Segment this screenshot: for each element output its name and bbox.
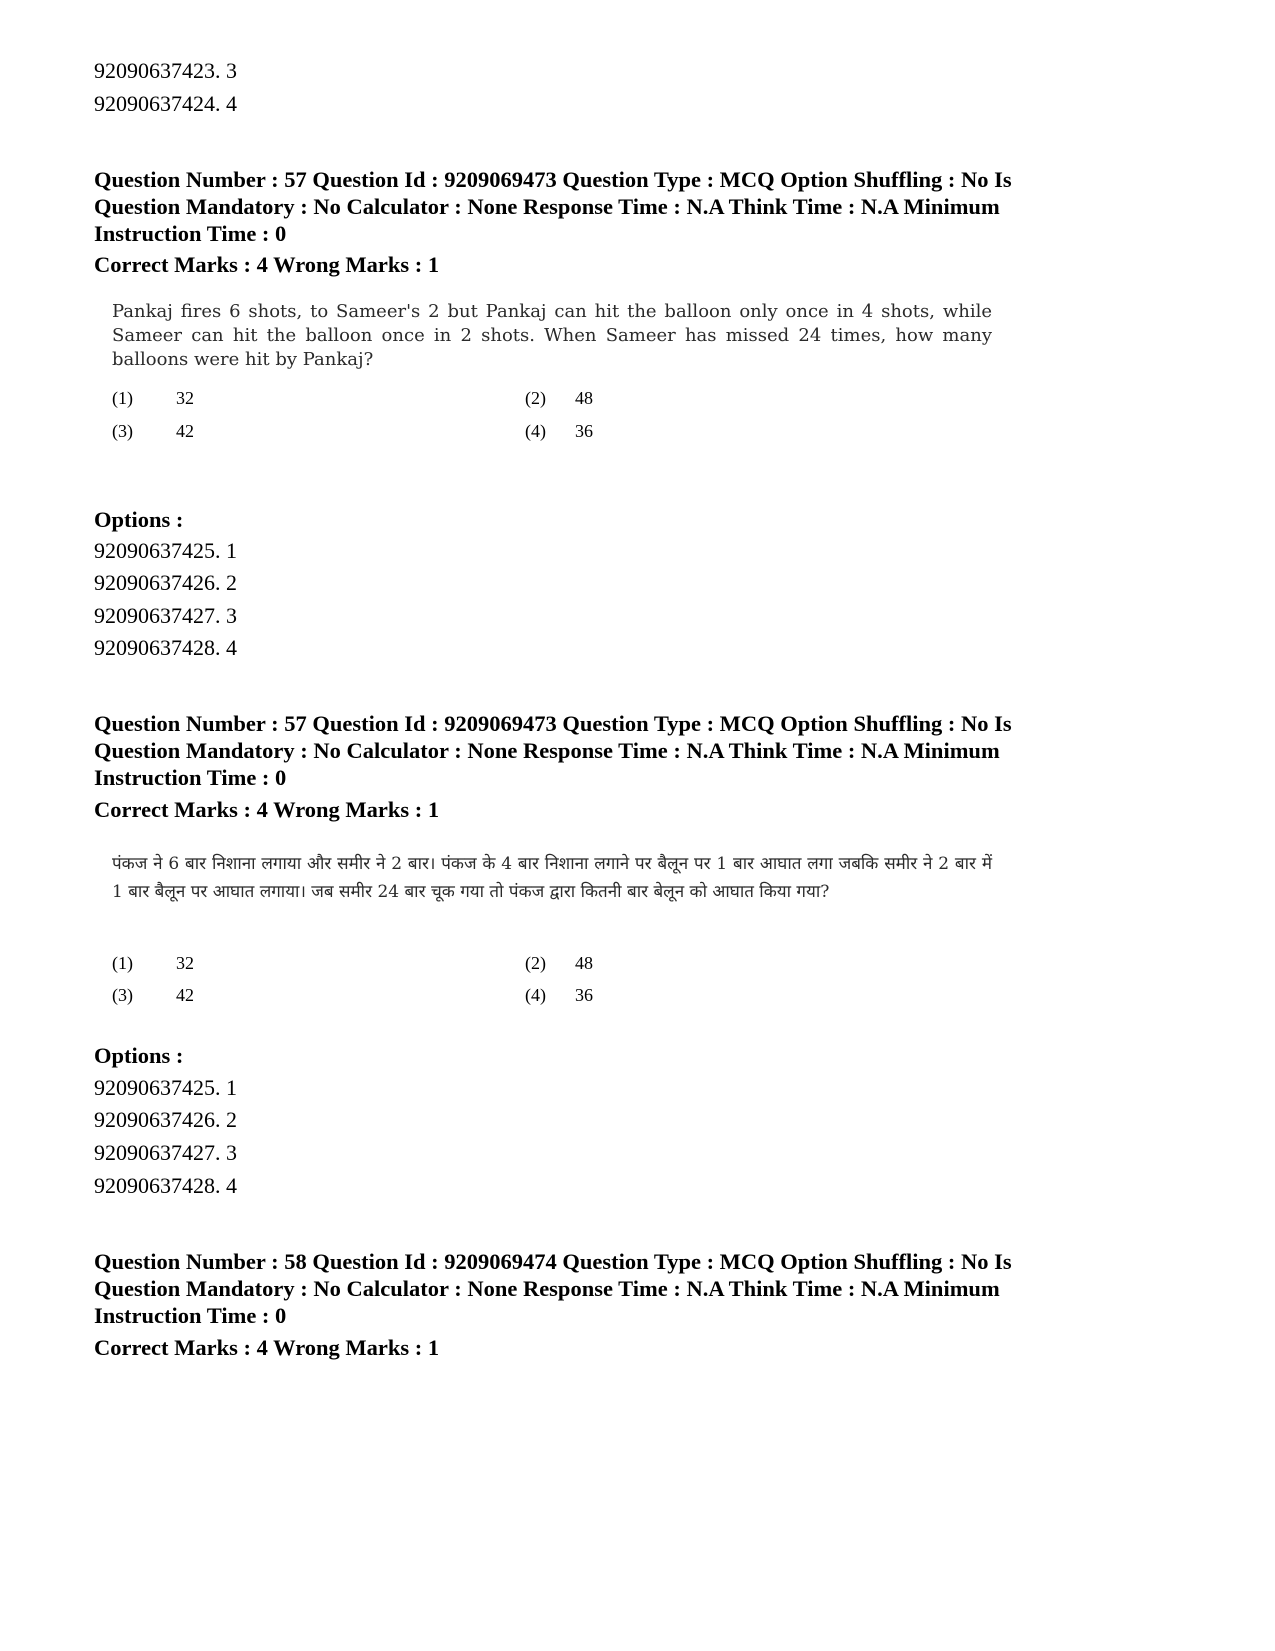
question-meta: Question Number : 58 Question Id : 92090… bbox=[94, 1249, 1012, 1328]
option-id: 92090637426 bbox=[94, 570, 215, 595]
option-line: 92090637428. 4 bbox=[94, 1173, 237, 1198]
choice-number: (3) bbox=[112, 421, 133, 441]
question-text: Pankaj fires 6 shots, to Sameer's 2 but … bbox=[112, 301, 992, 370]
choice: (3) 42 bbox=[112, 985, 194, 1006]
option-value: 4 bbox=[226, 1173, 237, 1198]
choice-number: (1) bbox=[112, 953, 133, 973]
choice-number: (2) bbox=[525, 388, 546, 408]
option-id: 92090637423 bbox=[94, 58, 215, 83]
question-marks: Correct Marks : 4 Wrong Marks : 1 bbox=[94, 1335, 440, 1360]
option-value: 4 bbox=[226, 635, 237, 660]
options-label: Options : bbox=[94, 1043, 184, 1068]
choice-number: (4) bbox=[525, 985, 546, 1005]
question-text: पंकज ने 6 बार निशाना लगाया और समीर ने 2 … bbox=[112, 854, 992, 902]
option-id: 92090637424 bbox=[94, 91, 215, 116]
question-meta: Question Number : 57 Question Id : 92090… bbox=[94, 167, 1012, 246]
option-id: 92090637425 bbox=[94, 538, 215, 563]
option-id: 92090637428 bbox=[94, 635, 215, 660]
option-value: 3 bbox=[226, 1140, 237, 1165]
choice-number: (3) bbox=[112, 985, 133, 1005]
choice: (1) 32 bbox=[112, 953, 194, 974]
option-line: 92090637428. 4 bbox=[94, 635, 237, 660]
choice-value: 42 bbox=[176, 421, 194, 441]
choice-value: 48 bbox=[575, 953, 593, 973]
option-value: 2 bbox=[226, 570, 237, 595]
option-id: 92090637425 bbox=[94, 1075, 215, 1100]
option-line: 92090637425. 1 bbox=[94, 538, 237, 563]
choice-value: 32 bbox=[176, 953, 194, 973]
option-id: 92090637427 bbox=[94, 1140, 215, 1165]
choice-number: (2) bbox=[525, 953, 546, 973]
option-line: 92090637426. 2 bbox=[94, 570, 237, 595]
choice-value: 42 bbox=[176, 985, 194, 1005]
choice-number: (1) bbox=[112, 388, 133, 408]
choice-value: 48 bbox=[575, 388, 593, 408]
question-image: पंकज ने 6 बार निशाना लगाया और समीर ने 2 … bbox=[112, 850, 992, 906]
option-line: 92090637427. 3 bbox=[94, 603, 237, 628]
question-marks: Correct Marks : 4 Wrong Marks : 1 bbox=[94, 252, 440, 277]
choice: (4) 36 bbox=[525, 421, 593, 442]
option-value: 4 bbox=[226, 91, 237, 116]
choice-value: 36 bbox=[575, 985, 593, 1005]
option-value: 2 bbox=[226, 1107, 237, 1132]
choice-value: 36 bbox=[575, 421, 593, 441]
option-line: 92090637425. 1 bbox=[94, 1075, 237, 1100]
option-line: 92090637426. 2 bbox=[94, 1107, 237, 1132]
option-id: 92090637426 bbox=[94, 1107, 215, 1132]
option-value: 1 bbox=[226, 1075, 237, 1100]
choice: (1) 32 bbox=[112, 388, 194, 409]
option-line: 92090637423. 3 bbox=[94, 58, 237, 83]
choice: (3) 42 bbox=[112, 421, 194, 442]
option-line: 92090637424. 4 bbox=[94, 91, 237, 116]
choice: (2) 48 bbox=[525, 953, 593, 974]
option-id: 92090637428 bbox=[94, 1173, 215, 1198]
choice-value: 32 bbox=[176, 388, 194, 408]
choice: (2) 48 bbox=[525, 388, 593, 409]
question-marks: Correct Marks : 4 Wrong Marks : 1 bbox=[94, 797, 440, 822]
option-value: 3 bbox=[226, 58, 237, 83]
option-line: 92090637427. 3 bbox=[94, 1140, 237, 1165]
options-label: Options : bbox=[94, 507, 184, 532]
question-meta: Question Number : 57 Question Id : 92090… bbox=[94, 711, 1012, 790]
option-value: 3 bbox=[226, 603, 237, 628]
option-id: 92090637427 bbox=[94, 603, 215, 628]
choice-number: (4) bbox=[525, 421, 546, 441]
option-value: 1 bbox=[226, 538, 237, 563]
question-image: Pankaj fires 6 shots, to Sameer's 2 but … bbox=[112, 300, 992, 372]
choice: (4) 36 bbox=[525, 985, 593, 1006]
